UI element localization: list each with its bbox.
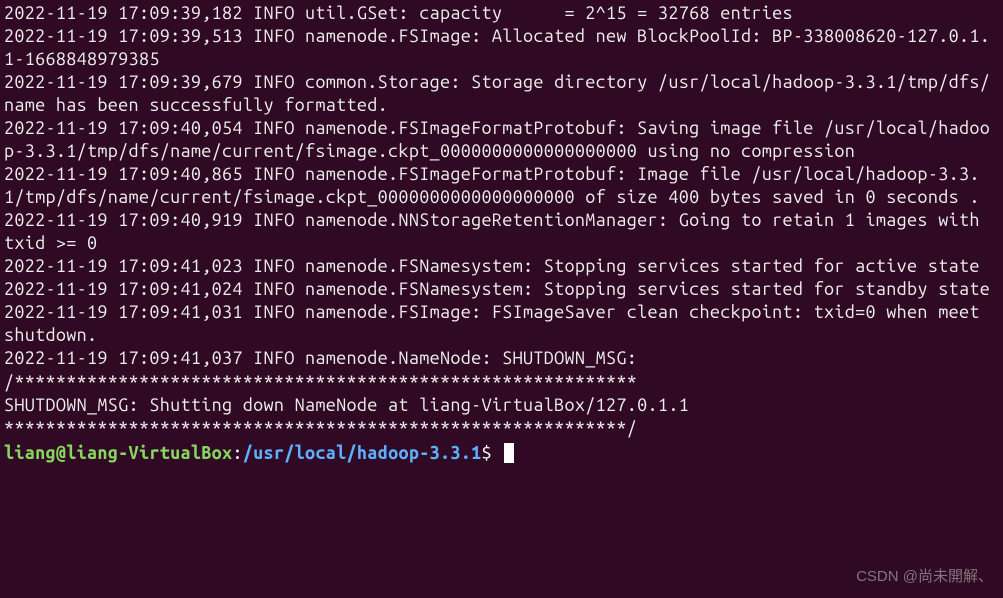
prompt-path: /usr/local/hadoop-3.3.1 (243, 443, 482, 463)
watermark: CSDN @尚未開解、 (856, 567, 993, 586)
prompt-user-host: liang@liang-VirtualBox (4, 443, 232, 463)
prompt-line[interactable]: liang@liang-VirtualBox:/usr/local/hadoop… (4, 442, 999, 465)
prompt-colon: : (232, 443, 242, 463)
prompt-dollar: $ (482, 443, 492, 463)
cursor (504, 443, 514, 463)
terminal-output[interactable]: 2022-11-19 17:09:39,182 INFO util.GSet: … (4, 2, 999, 440)
